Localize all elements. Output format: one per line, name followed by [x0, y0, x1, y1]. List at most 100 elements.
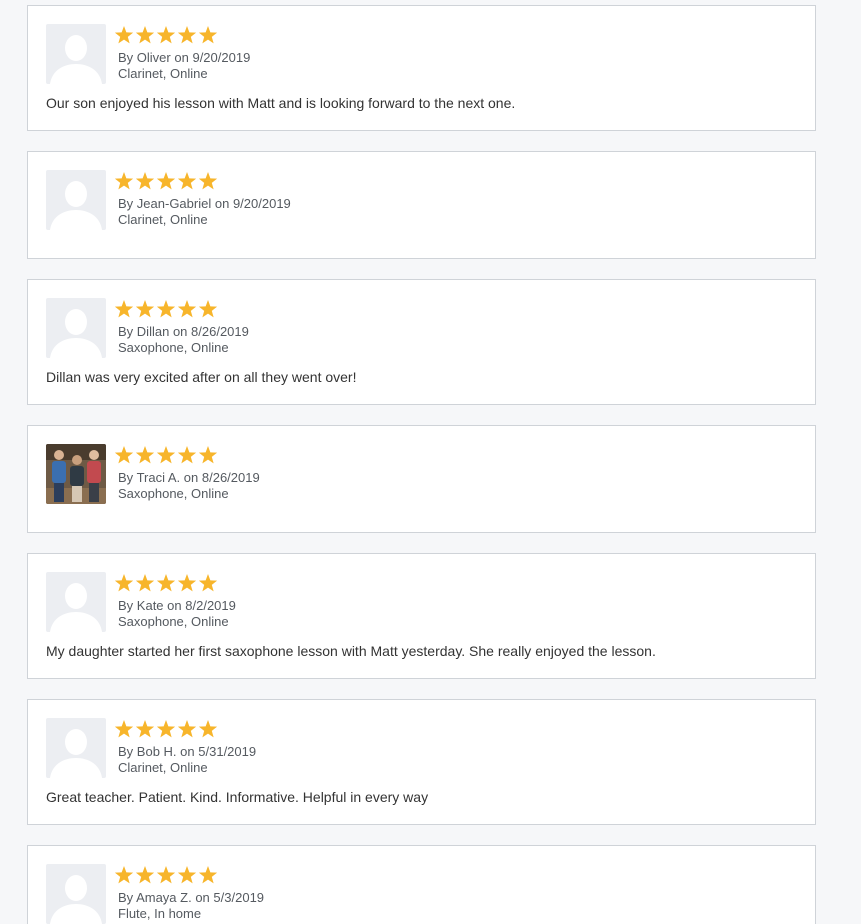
review-date: 5/31/2019 [198, 744, 257, 759]
star-icon [156, 865, 176, 886]
by-label: By [118, 598, 134, 613]
star-icon [177, 25, 197, 46]
on-label: on [167, 598, 182, 613]
star-icon [135, 445, 155, 466]
star-icon [114, 445, 134, 466]
star-icon [198, 299, 218, 320]
on-label: on [180, 744, 195, 759]
review-card: By Dillan on 8/26/2019 Saxophone, Online D… [27, 279, 816, 405]
star-icon [177, 445, 197, 466]
reviewer-photo [46, 444, 106, 504]
star-icon [198, 25, 218, 46]
reviewer-name: Jean-Gabriel [136, 196, 212, 211]
lesson-details: Saxophone, Online [118, 340, 229, 355]
star-icon [156, 299, 176, 320]
star-icon [177, 865, 197, 886]
review-date: 8/26/2019 [201, 470, 260, 485]
review-card: By Oliver on 9/20/2019 Clarinet, Online Ou… [27, 5, 816, 131]
star-icon [114, 171, 134, 192]
star-icon [156, 171, 176, 192]
default-avatar-icon [46, 572, 106, 632]
by-label: By [118, 50, 134, 65]
lesson-details: Clarinet, Online [118, 66, 208, 81]
star-icon [135, 573, 155, 594]
review-text: My daughter started her first saxophone … [46, 643, 656, 659]
star-icon [198, 171, 218, 192]
star-icon [114, 299, 134, 320]
lesson-details: Saxophone, Online [118, 486, 229, 501]
review-date: 9/20/2019 [192, 50, 251, 65]
review-card: By Traci A. on 8/26/2019 Saxophone, Onlin… [27, 425, 816, 533]
default-avatar-icon [46, 24, 106, 84]
default-avatar-icon [46, 718, 106, 778]
star-icon [135, 299, 155, 320]
review-card: By Bob H. on 5/31/2019 Clarinet, Online Gr… [27, 699, 816, 825]
review-date: 5/3/2019 [213, 890, 265, 905]
star-icon [114, 865, 134, 886]
star-icon [114, 25, 134, 46]
by-label: By [118, 324, 134, 339]
on-label: on [172, 324, 188, 339]
star-rating [114, 865, 218, 886]
star-icon [198, 719, 218, 740]
on-label: on [195, 890, 210, 905]
review-text: Our son enjoyed his lesson with Matt and… [46, 95, 516, 111]
reviewer-byline: By Oliver on 9/20/2019 [118, 50, 250, 66]
by-label: By [118, 890, 134, 905]
star-icon [135, 719, 155, 740]
review-card: By Amaya Z. on 5/3/2019 Flute, In home [27, 845, 816, 924]
lesson-details: Clarinet, Online [118, 760, 208, 775]
star-rating [114, 299, 218, 320]
on-label: on [214, 196, 230, 211]
reviewer-byline: By Traci A. on 8/26/2019 [118, 470, 260, 486]
on-label: on [174, 50, 189, 65]
star-icon [114, 719, 134, 740]
reviewer-name: Dillan [136, 324, 170, 339]
by-label: By [118, 744, 134, 759]
reviewer-byline: By Jean-Gabriel on 9/20/2019 [118, 196, 291, 212]
star-rating [114, 719, 218, 740]
reviewer-byline: By Bob H. on 5/31/2019 [118, 744, 256, 760]
star-icon [156, 573, 176, 594]
star-icon [156, 445, 176, 466]
star-icon [135, 865, 155, 886]
reviewer-name: Kate [136, 598, 164, 613]
reviewer-name: Amaya Z. [136, 890, 192, 905]
star-icon [135, 25, 155, 46]
lesson-details: Flute, In home [118, 906, 202, 921]
by-label: By [118, 196, 134, 211]
reviewer-byline: By Kate on 8/2/2019 [118, 598, 236, 614]
lesson-details: Clarinet, Online [118, 212, 208, 227]
star-rating [114, 445, 218, 466]
review-text: Dillan was very excited after on all the… [46, 369, 357, 385]
reviewer-name: Traci A. [136, 470, 181, 485]
default-avatar-icon [46, 864, 106, 924]
reviews-list: By Oliver on 9/20/2019 Clarinet, Online Ou… [0, 0, 861, 924]
reviewer-byline: By Amaya Z. on 5/3/2019 [118, 890, 264, 906]
star-icon [198, 573, 218, 594]
star-icon [156, 25, 176, 46]
star-icon [198, 865, 218, 886]
star-rating [114, 573, 218, 594]
star-icon [177, 299, 197, 320]
default-avatar-icon [46, 170, 106, 230]
star-icon [135, 171, 155, 192]
reviewer-name: Oliver [136, 50, 171, 65]
reviewer-byline: By Dillan on 8/26/2019 [118, 324, 249, 340]
by-label: By [118, 470, 134, 485]
star-icon [177, 573, 197, 594]
lesson-details: Saxophone, Online [118, 614, 229, 629]
review-card: By Jean-Gabriel on 9/20/2019 Clarinet, On… [27, 151, 816, 259]
star-rating [114, 25, 218, 46]
review-text: Great teacher. Patient. Kind. Informativ… [46, 789, 429, 805]
review-card: By Kate on 8/2/2019 Saxophone, Online My d… [27, 553, 816, 679]
review-date: 9/20/2019 [232, 196, 291, 211]
star-icon [198, 445, 218, 466]
review-date: 8/26/2019 [191, 324, 249, 339]
default-avatar-icon [46, 298, 106, 358]
on-label: on [183, 470, 199, 485]
review-date: 8/2/2019 [185, 598, 236, 613]
star-icon [114, 573, 134, 594]
star-icon [156, 719, 176, 740]
star-rating [114, 171, 218, 192]
